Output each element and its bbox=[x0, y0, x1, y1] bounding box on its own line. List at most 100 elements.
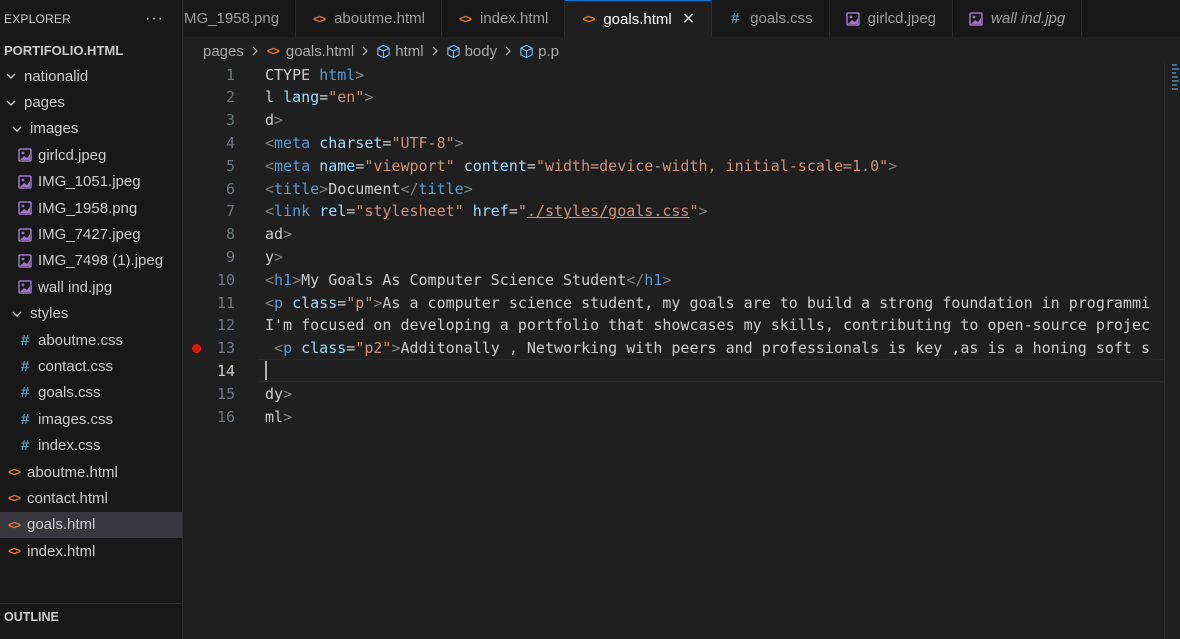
code-line[interactable]: 13 <p class="p2">Additonally , Networkin… bbox=[184, 337, 1164, 360]
breadcrumb: pages <> goals.html html body p.p bbox=[184, 38, 1164, 64]
code-token: > bbox=[364, 88, 374, 107]
code-token: < bbox=[265, 179, 275, 198]
project-folder-title[interactable]: PORTIFOLIO.HTML bbox=[0, 37, 182, 63]
code-line[interactable]: 15 dy> bbox=[184, 382, 1164, 405]
tab-aboutme-html[interactable]: <> aboutme.html bbox=[296, 0, 442, 37]
tab-label: aboutme.html bbox=[334, 10, 425, 27]
code-token: Additonally , Networking with peers and … bbox=[400, 339, 1151, 358]
tab-label: MG_1958.png bbox=[184, 10, 280, 27]
tree-item-label: contact.css bbox=[38, 357, 114, 375]
code-line[interactable]: 1 CTYPE html> bbox=[184, 63, 1164, 86]
code-token: > bbox=[454, 133, 464, 152]
file-goals-html[interactable]: <> goals.html bbox=[0, 511, 182, 539]
breadcrumb-item-p-p[interactable]: p.p bbox=[519, 43, 559, 60]
minimap[interactable] bbox=[1172, 64, 1179, 94]
chevron-down-icon[interactable] bbox=[10, 308, 24, 320]
tab-goals-html[interactable]: <> goals.html ✕ bbox=[565, 0, 713, 37]
folder-images[interactable]: images bbox=[0, 116, 182, 142]
code-line[interactable]: 7 <link rel="stylesheet" href="./styles/g… bbox=[184, 200, 1164, 223]
line-number: 16 bbox=[216, 407, 235, 426]
vertical-scrollbar[interactable] bbox=[1164, 63, 1180, 639]
file-images-css[interactable]: # images.css bbox=[0, 406, 182, 432]
code-token: "en" bbox=[328, 88, 365, 107]
close-icon[interactable]: ✕ bbox=[682, 9, 695, 29]
folder-styles[interactable]: styles bbox=[0, 301, 182, 327]
code-token: content bbox=[463, 156, 527, 175]
breadcrumb-item-goals-html[interactable]: <> goals.html bbox=[266, 43, 354, 60]
code-line[interactable]: 11 <p class="p">As a computer science stu… bbox=[184, 291, 1164, 314]
file-img-7427-jpeg[interactable]: IMG_7427.jpeg bbox=[0, 221, 182, 247]
code-line[interactable]: 4 <meta charset="UTF-8"> bbox=[184, 131, 1164, 154]
code-line[interactable]: 9 y> bbox=[184, 245, 1164, 268]
code-token: > bbox=[274, 247, 284, 266]
code-token: > bbox=[319, 179, 329, 198]
html-file-icon: <> bbox=[313, 11, 326, 26]
file-img-1958-png[interactable]: IMG_1958.png bbox=[0, 195, 182, 221]
tab-label: girlcd.jpeg bbox=[867, 10, 937, 27]
css-file-icon: # bbox=[730, 10, 740, 27]
outline-header[interactable]: OUTLINE bbox=[0, 604, 182, 630]
css-file-icon: # bbox=[20, 410, 30, 428]
tab-label: goals.css bbox=[750, 10, 813, 27]
folder-nationalid[interactable]: nationalid bbox=[0, 63, 182, 89]
tree-item-label: aboutme.html bbox=[27, 463, 118, 481]
tab-index-html[interactable]: <> index.html bbox=[441, 0, 566, 37]
code-line[interactable]: 14 bbox=[184, 359, 1164, 382]
code-editor[interactable]: 1 CTYPE html> 2 l lang="en"> 3 d> 4 <meta chars… bbox=[184, 63, 1164, 639]
line-number: 9 bbox=[225, 247, 235, 266]
file-aboutme-css[interactable]: # aboutme.css bbox=[0, 327, 182, 353]
breadcrumb-item-html[interactable]: html bbox=[376, 43, 424, 60]
file-index-css[interactable]: # index.css bbox=[0, 432, 182, 458]
chevron-down-icon[interactable] bbox=[4, 97, 18, 109]
code-line[interactable]: 16 ml> bbox=[184, 405, 1164, 428]
breadcrumb-item-body[interactable]: body bbox=[446, 42, 498, 60]
image-file-icon bbox=[18, 254, 32, 268]
code-text: <h1>My Goals As Computer Science Student… bbox=[265, 271, 671, 289]
file-img-1051-jpeg[interactable]: IMG_1051.jpeg bbox=[0, 169, 182, 195]
code-token: > bbox=[463, 179, 473, 198]
code-line[interactable]: 10 <h1>My Goals As Computer Science Stude… bbox=[184, 268, 1164, 291]
folder-pages[interactable]: pages bbox=[0, 89, 182, 115]
file-index-html[interactable]: <> index.html bbox=[0, 538, 182, 564]
tab-girlcd-jpeg[interactable]: girlcd.jpeg bbox=[829, 0, 954, 37]
code-line[interactable]: 3 d> bbox=[184, 109, 1164, 132]
html-file-icon: <> bbox=[7, 465, 21, 480]
file-aboutme-html[interactable]: <> aboutme.html bbox=[0, 459, 182, 485]
code-line[interactable]: 6 <title>Document</title> bbox=[184, 177, 1164, 200]
code-token: html bbox=[319, 65, 356, 84]
code-token: As a computer science student, my goals … bbox=[382, 293, 1151, 312]
chevron-right-icon bbox=[503, 46, 513, 56]
breadcrumb-item-pages[interactable]: pages bbox=[203, 43, 244, 60]
tab-goals-css[interactable]: # goals.css bbox=[712, 0, 830, 37]
breadcrumb-label: body bbox=[464, 42, 498, 60]
chevron-right-icon bbox=[430, 46, 440, 56]
chevron-down-icon[interactable] bbox=[10, 123, 24, 135]
file-contact-html[interactable]: <> contact.html bbox=[0, 485, 182, 511]
file-wall-ind-jpg[interactable]: wall ind.jpg bbox=[0, 274, 182, 300]
file-goals-css[interactable]: # goals.css bbox=[0, 380, 182, 406]
more-actions-icon[interactable]: ··· bbox=[145, 10, 164, 28]
code-token: < bbox=[265, 156, 275, 175]
code-token: "p" bbox=[346, 293, 374, 312]
chevron-right-icon[interactable] bbox=[4, 70, 18, 82]
file-tree: nationalid pages images girlcd.jpeg IMG_1051… bbox=[0, 63, 182, 564]
image-file-icon bbox=[18, 280, 32, 295]
file-contact-css[interactable]: # contact.css bbox=[0, 353, 182, 379]
code-line[interactable]: 5 <meta name="viewport" content="width=de… bbox=[184, 154, 1164, 177]
code-text: I'm focused on developing a portfolio th… bbox=[265, 316, 1150, 334]
code-line[interactable]: 8 ad> bbox=[184, 223, 1164, 246]
css-file-icon: # bbox=[20, 357, 30, 375]
code-text: ml> bbox=[265, 408, 292, 426]
html-file-icon: <> bbox=[266, 44, 280, 58]
code-line[interactable]: 2 l lang="en"> bbox=[184, 86, 1164, 109]
breakpoint-icon[interactable] bbox=[192, 343, 201, 353]
code-line[interactable]: 12 I'm focused on developing a portfolio … bbox=[184, 314, 1164, 337]
file-img-7498-1-jpeg[interactable]: IMG_7498 (1).jpeg bbox=[0, 248, 182, 274]
tab-wall-ind-jpg[interactable]: wall ind.jpg bbox=[953, 0, 1083, 37]
file-girlcd-jpeg[interactable]: girlcd.jpeg bbox=[0, 142, 182, 168]
tree-item-label: aboutme.css bbox=[38, 331, 124, 349]
tree-item-label: styles bbox=[30, 305, 69, 323]
symbol-element-icon bbox=[519, 44, 534, 59]
tree-item-label: goals.css bbox=[38, 384, 101, 402]
tab-mg-1958-png[interactable]: MG_1958.png bbox=[184, 0, 297, 37]
